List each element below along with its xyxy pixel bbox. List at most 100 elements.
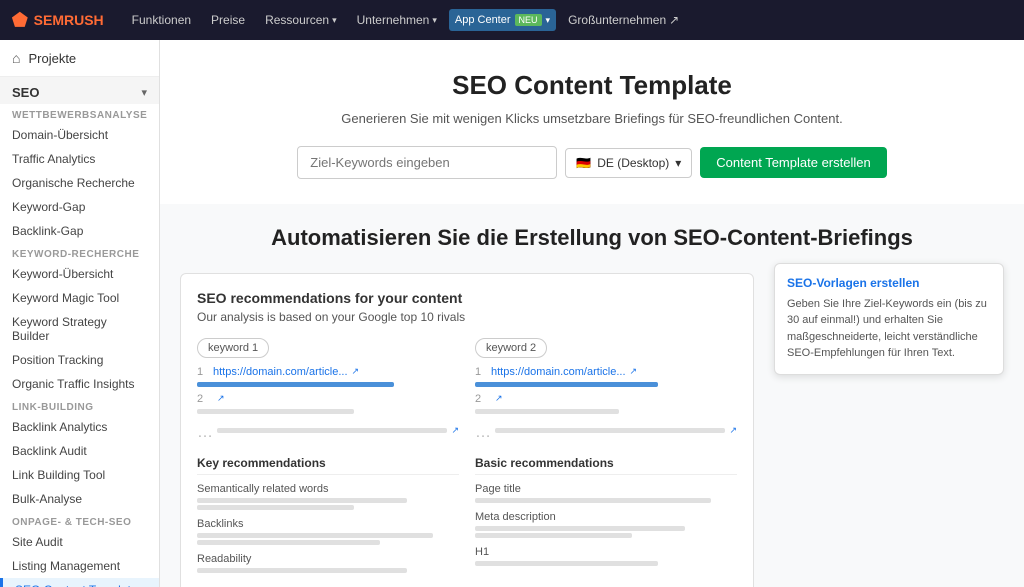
rec-label-page-title: Page title	[475, 483, 737, 495]
url-row-1-2: 2 ↗	[197, 393, 459, 405]
rec-item-backlinks: Backlinks	[197, 518, 459, 545]
rec-bar-backlinks-2	[197, 540, 380, 545]
rec-bar-readability-1	[197, 568, 407, 573]
rec-item-readability: Readability	[197, 553, 459, 573]
external-link-icon-3[interactable]: ↗	[451, 425, 459, 436]
tooltip-text: Geben Sie Ihre Ziel-Keywords ein (bis zu…	[787, 296, 991, 362]
keyword-columns: keyword 1 1 https://domain.com/article..…	[197, 338, 737, 442]
rec-item-meta-description: Meta description	[475, 511, 737, 538]
url-row-2-2: 2 ↗	[475, 393, 737, 405]
top-nav-links: Funktionen Preise Ressourcen ▾ Unternehm…	[124, 9, 688, 31]
rec-bar-backlinks-1	[197, 533, 433, 538]
section-title: Automatisieren Sie die Erstellung von SE…	[180, 224, 1004, 253]
category-wettbewerb: WETTBEWERBSANALYSE	[0, 104, 159, 123]
hero-form: 🇩🇪 DE (Desktop) ▾ Content Template erste…	[180, 146, 1004, 179]
demo-card-title: SEO recommendations for your content	[197, 290, 737, 306]
sidebar-item-domain-ubersicht[interactable]: Domain-Übersicht	[0, 123, 159, 147]
sidebar-item-position-tracking[interactable]: Position Tracking	[0, 348, 159, 372]
sidebar-item-link-building-tool[interactable]: Link Building Tool	[0, 463, 159, 487]
sidebar-item-keyword-magic-tool[interactable]: Keyword Magic Tool	[0, 286, 159, 310]
rec-item-semantic-words: Semantically related words	[197, 483, 459, 510]
rec-label-backlinks: Backlinks	[197, 518, 459, 530]
rec-label-meta-description: Meta description	[475, 511, 737, 523]
basic-rec-header: Basic recommendations	[475, 456, 737, 475]
page-title: SEO Content Template	[180, 70, 1004, 101]
rec-label-semantic: Semantically related words	[197, 483, 459, 495]
external-link-icon-2[interactable]: ↗	[217, 393, 225, 404]
url-row-1-1: 1 https://domain.com/article... ↗	[197, 366, 459, 378]
sidebar-item-listing-management[interactable]: Listing Management	[0, 554, 159, 578]
keyword-tag-1: keyword 1	[197, 338, 269, 358]
sidebar-item-backlink-analytics[interactable]: Backlink Analytics	[0, 415, 159, 439]
sidebar-item-site-audit[interactable]: Site Audit	[0, 530, 159, 554]
nav-unternehmen[interactable]: Unternehmen ▾	[349, 9, 445, 31]
keyword-col-2: keyword 2 1 https://domain.com/article..…	[475, 338, 737, 442]
home-icon: ⌂	[12, 50, 20, 66]
rec-bar-page-title-1	[475, 498, 711, 503]
sidebar: ⌂ Projekte SEO ▾ WETTBEWERBSANALYSE Doma…	[0, 40, 160, 587]
keyword-tag-2: keyword 2	[475, 338, 547, 358]
sidebar-item-traffic-analytics[interactable]: Traffic Analytics	[0, 147, 159, 171]
nav-app-center[interactable]: App Center NEU ▾	[449, 9, 556, 31]
url-1-1-text: https://domain.com/article...	[213, 366, 348, 378]
rec-item-page-title: Page title	[475, 483, 737, 503]
projekte-label: Projekte	[28, 51, 76, 66]
demo-card-subtitle: Our analysis is based on your Google top…	[197, 310, 737, 324]
url-bar-2	[197, 409, 354, 414]
sidebar-item-seo-content-template[interactable]: SEO Content Template	[0, 578, 159, 587]
semrush-logo-icon: ⬟	[12, 10, 28, 31]
nav-funktionen[interactable]: Funktionen	[124, 9, 199, 31]
bottom-section: Automatisieren Sie die Erstellung von SE…	[160, 204, 1024, 587]
demo-layout: SEO recommendations for your content Our…	[180, 273, 1004, 587]
category-link-building: LINK-BUILDING	[0, 396, 159, 415]
url-bar-1	[197, 382, 394, 387]
rec-item-h1: H1	[475, 546, 737, 566]
basic-recommendations-col: Basic recommendations Page title Meta de…	[475, 456, 737, 581]
sidebar-item-keyword-gap[interactable]: Keyword-Gap	[0, 195, 159, 219]
seo-section-label: SEO	[12, 85, 39, 100]
rec-bar-semantic-2	[197, 505, 354, 510]
keyword-input[interactable]	[297, 146, 557, 179]
sidebar-item-keyword-strategy-builder[interactable]: Keyword Strategy Builder	[0, 310, 159, 348]
select-chevron-icon: ▾	[675, 156, 681, 170]
sidebar-item-bulk-analyse[interactable]: Bulk-Analyse	[0, 487, 159, 511]
semrush-logo[interactable]: ⬟ SEMRUSH	[12, 10, 104, 31]
main-content: SEO Content Template Generieren Sie mit …	[160, 40, 1024, 587]
dots-row-2: … ↗	[475, 420, 737, 442]
sidebar-item-keyword-ubersicht[interactable]: Keyword-Übersicht	[0, 262, 159, 286]
keyword-col-1: keyword 1 1 https://domain.com/article..…	[197, 338, 459, 442]
sidebar-item-backlink-gap[interactable]: Backlink-Gap	[0, 219, 159, 243]
sidebar-item-backlink-audit[interactable]: Backlink Audit	[0, 439, 159, 463]
external-link-icon-4[interactable]: ↗	[630, 366, 638, 377]
region-select[interactable]: 🇩🇪 DE (Desktop) ▾	[565, 148, 692, 178]
hero-section: SEO Content Template Generieren Sie mit …	[160, 40, 1024, 204]
key-recommendations-col: Key recommendations Semantically related…	[197, 456, 459, 581]
url-row-2-1: 1 https://domain.com/article... ↗	[475, 366, 737, 378]
category-keyword-recherche: KEYWORD-RECHERCHE	[0, 243, 159, 262]
url-bar-4	[475, 409, 619, 414]
nav-ressourcen[interactable]: Ressourcen ▾	[257, 9, 345, 31]
external-link-icon-6[interactable]: ↗	[729, 425, 737, 436]
category-onpage-tech-seo: ONPAGE- & TECH-SEO	[0, 511, 159, 530]
sidebar-item-organic-traffic-insights[interactable]: Organic Traffic Insights	[0, 372, 159, 396]
create-template-button[interactable]: Content Template erstellen	[700, 147, 886, 178]
nav-grossunternehmen[interactable]: Großunternehmen ↗	[560, 9, 687, 31]
key-rec-header: Key recommendations	[197, 456, 459, 475]
projekte-nav-item[interactable]: ⌂ Projekte	[0, 40, 159, 77]
seo-section-header[interactable]: SEO ▾	[0, 77, 159, 104]
main-layout: ⌂ Projekte SEO ▾ WETTBEWERBSANALYSE Doma…	[0, 40, 1024, 587]
dots-row-1: … ↗	[197, 420, 459, 442]
sidebar-item-organische-recherche[interactable]: Organische Recherche	[0, 171, 159, 195]
rec-bar-meta-2	[475, 533, 632, 538]
rec-bar-h1-1	[475, 561, 658, 566]
hero-subtitle: Generieren Sie mit wenigen Klicks umsetz…	[180, 111, 1004, 126]
rec-bar-semantic-1	[197, 498, 407, 503]
tooltip-title: SEO-Vorlagen erstellen	[787, 276, 991, 290]
external-link-icon-5[interactable]: ↗	[495, 393, 503, 404]
demo-card: SEO recommendations for your content Our…	[180, 273, 754, 587]
nav-preise[interactable]: Preise	[203, 9, 253, 31]
url-bar-3	[475, 382, 658, 387]
rec-label-readability: Readability	[197, 553, 459, 565]
external-link-icon[interactable]: ↗	[352, 366, 360, 377]
region-label: DE (Desktop)	[597, 156, 669, 170]
